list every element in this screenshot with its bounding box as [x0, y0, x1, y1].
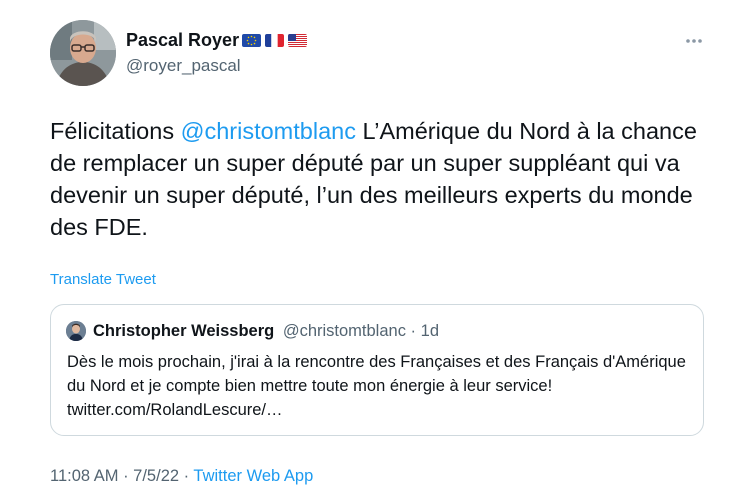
quoted-separator: ·	[410, 322, 417, 340]
tweet-text-start: Félicitations	[50, 118, 181, 144]
tweet-time[interactable]: 11:08 AM	[50, 467, 119, 485]
eu-flag-icon	[242, 34, 261, 47]
mention-link[interactable]: @christomtblanc	[181, 118, 356, 144]
tweet-card: Pascal Royer @royer_pascal Félicitations…	[0, 0, 745, 500]
tweet-source-link[interactable]: Twitter Web App	[193, 467, 313, 485]
more-options-icon[interactable]	[685, 32, 703, 50]
author-flags	[242, 34, 307, 47]
tweet-text: Félicitations @christomtblanc L’Amérique…	[50, 115, 720, 243]
author-avatar[interactable]	[50, 20, 116, 86]
quoted-header: Christopher Weissberg @christomtblanc · …	[93, 321, 439, 341]
tweet-date[interactable]: 7/5/22	[133, 467, 179, 485]
meta-separator-2: ·	[179, 467, 194, 485]
france-flag-icon	[265, 34, 284, 47]
quoted-author-handle: @christomtblanc	[282, 322, 406, 340]
quoted-author-avatar	[66, 321, 86, 341]
quoted-timestamp: 1d	[420, 322, 439, 340]
author-handle[interactable]: @royer_pascal	[126, 56, 241, 76]
translate-tweet-link[interactable]: Translate Tweet	[50, 271, 156, 288]
author-name[interactable]: Pascal Royer	[126, 30, 239, 51]
tweet-metadata: 11:08 AM · 7/5/22 · Twitter Web App	[50, 467, 313, 486]
quoted-text: Dès le mois prochain, j'irai à la rencon…	[67, 353, 686, 419]
usa-flag-icon	[288, 34, 307, 47]
quoted-author-name: Christopher Weissberg	[93, 322, 275, 340]
meta-separator-1: ·	[118, 467, 134, 485]
quoted-tweet[interactable]: Christopher Weissberg @christomtblanc · …	[50, 304, 704, 436]
